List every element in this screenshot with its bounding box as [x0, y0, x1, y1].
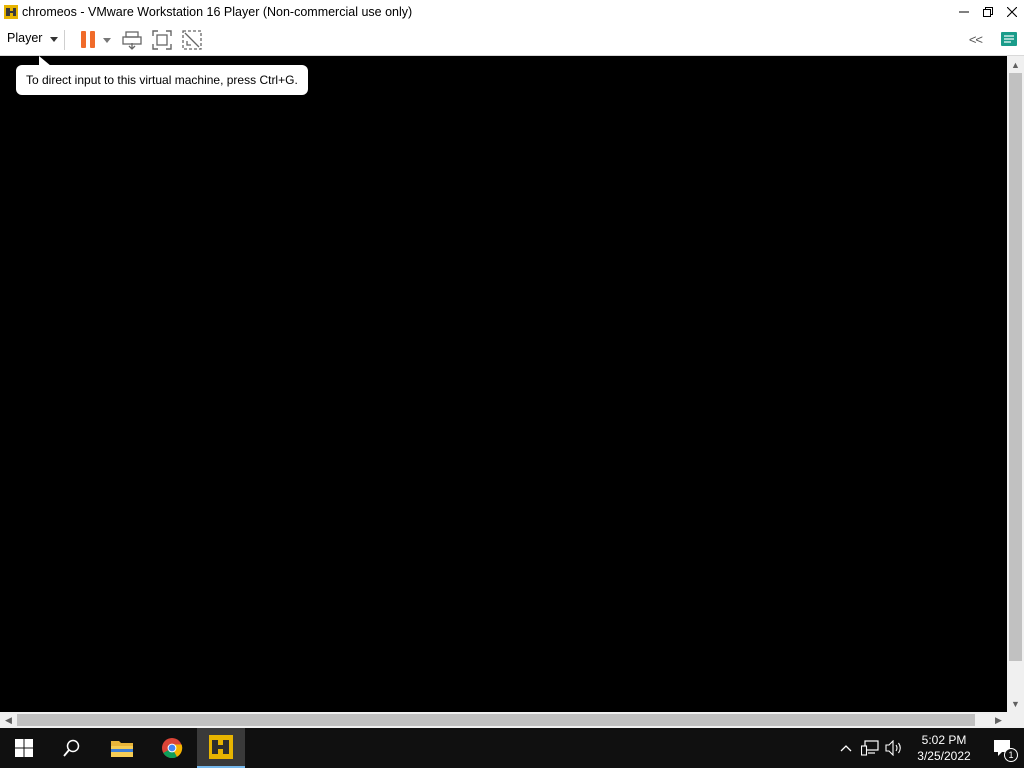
vm-display[interactable]: To direct input to this virtual machine,… — [0, 56, 1007, 712]
window-controls — [952, 0, 1024, 23]
title-bar: chromeos - VMware Workstation 16 Player … — [0, 0, 1024, 23]
tooltip-text: To direct input to this virtual machine,… — [26, 73, 298, 87]
chevron-down-icon — [50, 36, 59, 42]
horizontal-scroll-thumb[interactable] — [17, 714, 975, 726]
chevron-down-icon[interactable] — [103, 38, 111, 43]
player-menu-label: Player — [7, 31, 43, 45]
collapse-icon[interactable]: << — [969, 32, 983, 47]
scroll-left-icon[interactable]: ◀ — [0, 712, 17, 728]
toolbar: Player << — [0, 23, 1024, 56]
scroll-down-icon[interactable]: ▼ — [1007, 695, 1024, 712]
minimize-button[interactable] — [952, 0, 976, 23]
horizontal-scrollbar[interactable]: ◀ ▶ — [0, 712, 1007, 728]
system-tray: 5:02 PM 3/25/2022 1 — [834, 728, 1024, 768]
scroll-right-icon[interactable]: ▶ — [990, 712, 1007, 728]
unity-icon[interactable] — [181, 29, 203, 51]
vmware-player-icon — [209, 735, 233, 759]
close-button[interactable] — [1000, 0, 1024, 23]
action-center-icon[interactable]: 1 — [982, 728, 1024, 768]
scrollbar-corner — [1007, 712, 1024, 728]
vmware-player-taskbar-button[interactable] — [197, 728, 245, 768]
restore-button[interactable] — [976, 0, 1000, 23]
input-hint-tooltip: To direct input to this virtual machine,… — [16, 56, 308, 95]
show-hidden-icons-chevron-icon[interactable] — [834, 728, 858, 768]
file-explorer-icon[interactable] — [98, 728, 146, 768]
clock[interactable]: 5:02 PM 3/25/2022 — [906, 728, 982, 768]
full-screen-icon[interactable] — [151, 29, 173, 51]
vertical-scrollbar[interactable]: ▲ ▼ — [1007, 56, 1024, 712]
vmware-player-icon — [3, 4, 19, 20]
send-ctrl-alt-del-icon[interactable] — [121, 29, 143, 51]
toolbar-divider — [64, 30, 65, 50]
pause-icon[interactable] — [78, 29, 100, 51]
taskbar: 5:02 PM 3/25/2022 1 — [0, 728, 1024, 768]
volume-icon[interactable] — [882, 728, 906, 768]
network-icon[interactable] — [858, 728, 882, 768]
window-title: chromeos - VMware Workstation 16 Player … — [22, 4, 413, 19]
clock-time: 5:02 PM — [921, 733, 967, 747]
clock-date: 3/25/2022 — [917, 749, 971, 763]
search-icon[interactable] — [48, 728, 96, 768]
notification-count-badge: 1 — [1004, 748, 1018, 762]
vertical-scroll-thumb[interactable] — [1009, 73, 1022, 661]
toolbar-right: << — [969, 30, 1018, 48]
player-menu-button[interactable]: Player — [7, 31, 59, 45]
scroll-up-icon[interactable]: ▲ — [1007, 56, 1024, 73]
windows-start-icon[interactable] — [0, 728, 48, 768]
vmware-player-window: chromeos - VMware Workstation 16 Player … — [0, 0, 1024, 728]
tooltip-pointer — [39, 56, 51, 66]
chrome-icon[interactable] — [148, 728, 196, 768]
library-icon[interactable] — [1000, 30, 1018, 48]
